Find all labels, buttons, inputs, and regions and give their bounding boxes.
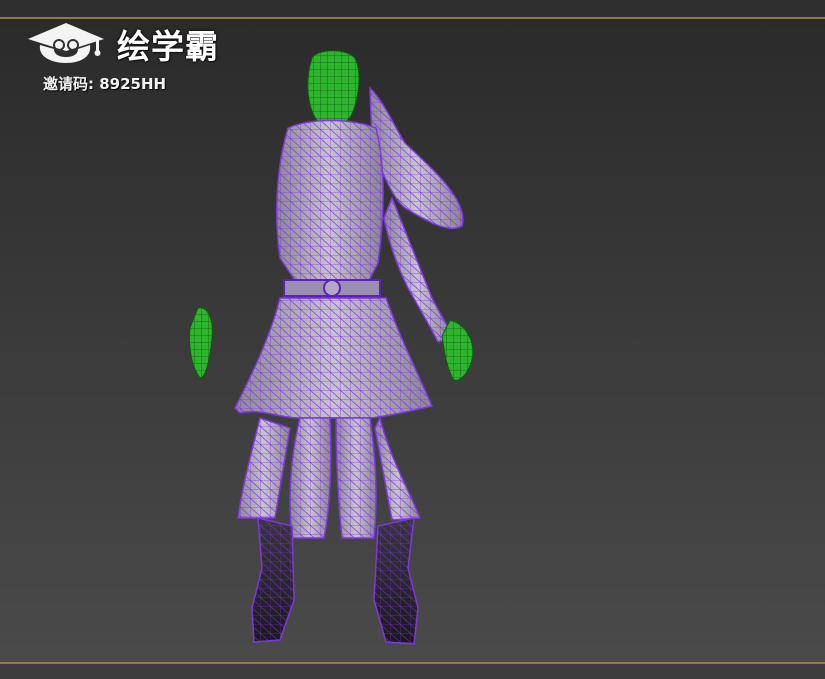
- boots-mesh: [251, 517, 419, 645]
- right-hand-mesh: [189, 307, 213, 379]
- viewport-bottom-border: [0, 662, 825, 679]
- torso-mesh: [275, 119, 384, 297]
- viewport-top-border: [0, 0, 825, 19]
- character-wireframe-model[interactable]: [180, 48, 500, 653]
- coat-skirt-mesh: [234, 297, 434, 521]
- shoulder-armor-mesh: [369, 86, 464, 230]
- 3d-viewport[interactable]: 绘学霸 邀请码: 8925HH: [0, 0, 825, 679]
- head-mesh: [307, 50, 360, 129]
- legs-mesh: [289, 417, 377, 539]
- invite-code: 邀请码: 8925HH: [43, 75, 167, 93]
- cloud-mortarboard-icon: [28, 23, 104, 63]
- left-hand-mesh: [441, 319, 474, 381]
